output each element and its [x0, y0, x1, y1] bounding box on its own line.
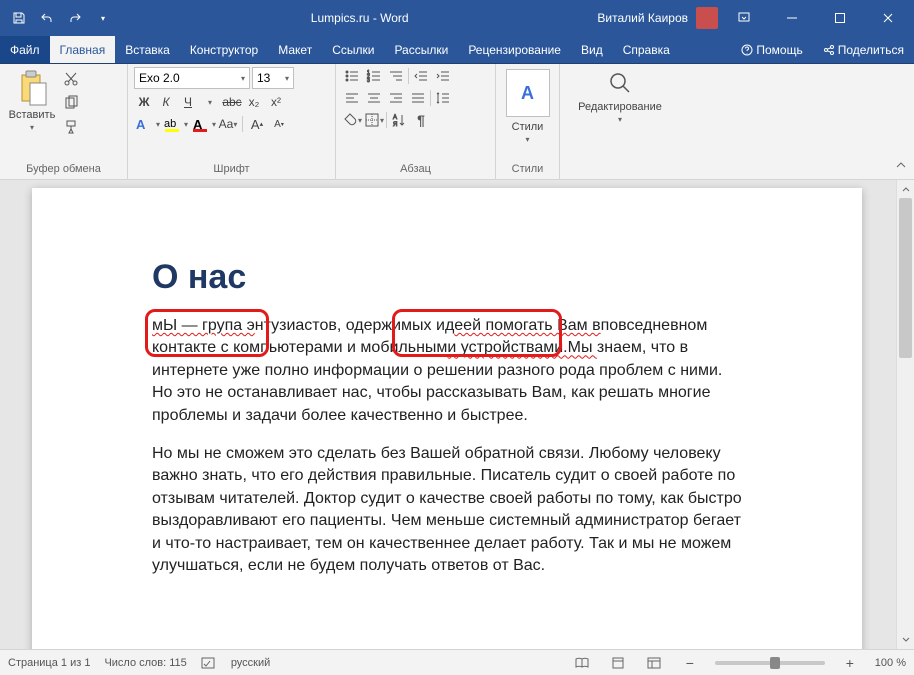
zoom-in-button[interactable]: + — [839, 654, 861, 672]
document-area: О нас мЫ — група энтузиастов, одержимых … — [0, 180, 914, 649]
redo-icon[interactable] — [64, 7, 86, 29]
ribbon-options-icon[interactable] — [722, 0, 766, 36]
window-title: Lumpics.ru - Word — [122, 11, 597, 25]
highlight-button[interactable]: ab▾ — [162, 115, 188, 133]
svg-text:Я: Я — [393, 122, 397, 128]
tab-references[interactable]: Ссылки — [322, 36, 384, 63]
undo-icon[interactable] — [36, 7, 58, 29]
collapse-ribbon-icon[interactable] — [892, 157, 910, 175]
copy-icon[interactable] — [60, 93, 82, 113]
underline-dropdown-icon[interactable]: ▾ — [200, 93, 220, 111]
align-left-button[interactable] — [342, 89, 362, 107]
quick-access-toolbar: ▾ — [0, 7, 122, 29]
document-heading[interactable]: О нас — [152, 258, 742, 297]
align-center-button[interactable] — [364, 89, 384, 107]
borders-button[interactable]: ▾ — [364, 111, 384, 129]
font-name-combo[interactable]: Exo 2.0▾ — [134, 67, 250, 89]
statusbar: Страница 1 из 1 Число слов: 115 русский … — [0, 649, 914, 675]
shrink-font-button[interactable]: A▾ — [269, 115, 289, 133]
increase-indent-button[interactable] — [433, 67, 453, 85]
read-mode-icon[interactable] — [571, 654, 593, 672]
svg-text:A: A — [393, 115, 397, 121]
document-paragraph-2[interactable]: Но мы не сможем это сделать без Вашей об… — [152, 443, 742, 577]
scroll-up-icon[interactable] — [897, 180, 914, 198]
tell-me-button[interactable]: Помощь — [731, 36, 812, 63]
strikethrough-button[interactable]: abc — [222, 93, 242, 111]
minimize-button[interactable] — [770, 0, 814, 36]
underline-button[interactable]: Ч — [178, 93, 198, 111]
numbering-button[interactable]: 123 — [364, 67, 384, 85]
maximize-button[interactable] — [818, 0, 862, 36]
sort-button[interactable]: AЯ — [389, 111, 409, 129]
change-case-button[interactable]: Aa▾ — [218, 115, 238, 133]
ribbon-tabs: Файл Главная Вставка Конструктор Макет С… — [0, 36, 914, 64]
shading-button[interactable]: ▾ — [342, 111, 362, 129]
align-right-button[interactable] — [386, 89, 406, 107]
bold-button[interactable]: Ж — [134, 93, 154, 111]
proofing-icon[interactable] — [201, 656, 217, 670]
scroll-down-icon[interactable] — [897, 631, 914, 649]
group-label-paragraph: Абзац — [342, 161, 489, 179]
qat-dropdown-icon[interactable]: ▾ — [92, 7, 114, 29]
print-layout-icon[interactable] — [607, 654, 629, 672]
share-button[interactable]: Поделиться — [813, 36, 914, 63]
zoom-level[interactable]: 100 % — [875, 657, 906, 669]
group-styles: A Стили ▾ Стили — [496, 64, 560, 179]
vertical-scrollbar[interactable] — [896, 180, 914, 649]
text-effects-button[interactable]: A▾ — [134, 115, 160, 133]
font-color-button[interactable]: A▾ — [190, 115, 216, 133]
tab-mailings[interactable]: Рассылки — [384, 36, 458, 63]
decrease-indent-button[interactable] — [411, 67, 431, 85]
tab-design[interactable]: Конструктор — [180, 36, 268, 63]
page-indicator[interactable]: Страница 1 из 1 — [8, 657, 90, 669]
zoom-out-button[interactable]: − — [679, 654, 701, 672]
show-marks-button[interactable]: ¶ — [411, 111, 431, 129]
editing-button[interactable]: Редактирование ▾ — [578, 67, 662, 124]
titlebar: ▾ Lumpics.ru - Word Виталий Каиров — [0, 0, 914, 36]
italic-button[interactable]: К — [156, 93, 176, 111]
language-indicator[interactable]: русский — [231, 657, 270, 669]
group-editing: Редактирование ▾ — [560, 64, 680, 179]
styles-button[interactable]: A Стили ▾ — [502, 67, 554, 144]
group-label-editing — [566, 161, 674, 179]
save-icon[interactable] — [8, 7, 30, 29]
close-button[interactable] — [866, 0, 910, 36]
align-justify-button[interactable] — [408, 89, 428, 107]
web-layout-icon[interactable] — [643, 654, 665, 672]
document-paragraph-1[interactable]: мЫ — група энтузиастов, одержимых идеей … — [152, 315, 742, 427]
svg-text:3: 3 — [367, 78, 370, 84]
zoom-slider[interactable] — [715, 661, 825, 665]
grow-font-button[interactable]: A▴ — [247, 115, 267, 133]
tab-review[interactable]: Рецензирование — [458, 36, 571, 63]
group-paragraph: 123 ▾ ▾ AЯ ¶ Абзац — [336, 64, 496, 179]
tab-file[interactable]: Файл — [0, 36, 50, 63]
user-name[interactable]: Виталий Каиров — [597, 11, 688, 25]
group-label-styles: Стили — [502, 161, 553, 179]
group-clipboard: Вставить ▾ Буфер обмена — [0, 64, 128, 179]
multilevel-list-button[interactable] — [386, 67, 406, 85]
font-size-combo[interactable]: 13▾ — [252, 67, 294, 89]
superscript-button[interactable]: x² — [266, 93, 286, 111]
format-painter-icon[interactable] — [60, 117, 82, 137]
paste-button[interactable]: Вставить ▾ — [6, 67, 58, 132]
tab-layout[interactable]: Макет — [268, 36, 322, 63]
group-label-clipboard: Буфер обмена — [6, 161, 121, 179]
tab-help[interactable]: Справка — [613, 36, 680, 63]
group-label-font: Шрифт — [134, 161, 329, 179]
word-count[interactable]: Число слов: 115 — [104, 657, 186, 669]
line-spacing-button[interactable] — [433, 89, 453, 107]
group-font: Exo 2.0▾ 13▾ Ж К Ч ▾ abc x₂ x² A▾ ab▾ A▾… — [128, 64, 336, 179]
ribbon: Вставить ▾ Буфер обмена Exo 2.0▾ 13▾ Ж К… — [0, 64, 914, 180]
tab-view[interactable]: Вид — [571, 36, 613, 63]
subscript-button[interactable]: x₂ — [244, 93, 264, 111]
scroll-thumb[interactable] — [899, 198, 912, 358]
cut-icon[interactable] — [60, 69, 82, 89]
tab-home[interactable]: Главная — [50, 36, 116, 63]
user-avatar-icon[interactable] — [696, 7, 718, 29]
bullets-button[interactable] — [342, 67, 362, 85]
tab-insert[interactable]: Вставка — [115, 36, 180, 63]
document-page[interactable]: О нас мЫ — група энтузиастов, одержимых … — [32, 188, 862, 649]
